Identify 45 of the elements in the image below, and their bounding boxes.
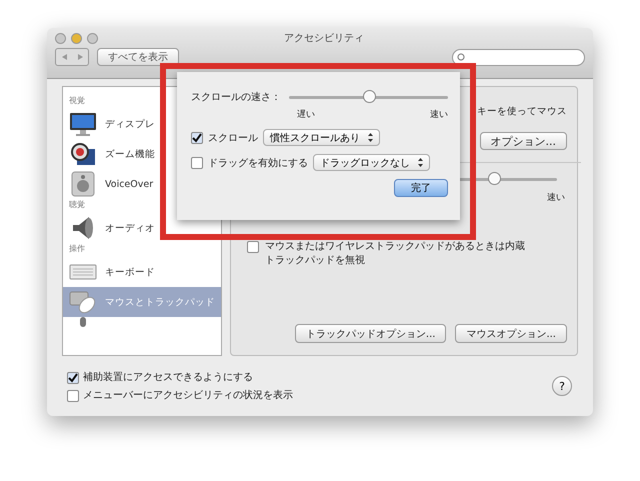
slider-label: 遅い: [297, 108, 315, 121]
checkbox[interactable]: [247, 241, 259, 253]
sidebar-item[interactable]: キーボード: [63, 257, 221, 287]
display-icon: [69, 111, 97, 137]
options-button[interactable]: マウスオプション...: [455, 324, 567, 343]
slider-thumb[interactable]: [362, 90, 376, 103]
checkbox[interactable]: [67, 372, 79, 384]
window-title: アクセシビリティ: [283, 32, 365, 45]
popup-button[interactable]: ドラッグロックなし: [313, 154, 430, 171]
section-header: 聴覚: [69, 200, 85, 209]
checkbox[interactable]: [191, 132, 203, 144]
checkbox[interactable]: [191, 157, 203, 169]
mouse-icon: [69, 289, 97, 315]
slider-label: 速い: [430, 108, 448, 121]
back-forward-button[interactable]: [55, 48, 89, 66]
updown-arrows-icon: [368, 133, 373, 142]
updown-arrows-icon: [418, 158, 423, 167]
speed-label: スクロールの速さ：: [191, 90, 281, 104]
options-button[interactable]: オプション...: [480, 132, 567, 150]
checkbox-label: マウスまたはワイヤレストラックパッドがあるときは内蔵トラックパッドを無視: [265, 240, 526, 268]
checkbox[interactable]: [67, 390, 79, 402]
checkbox-label: 補助装置にアクセスできるようにする: [83, 370, 253, 384]
search-field[interactable]: [452, 48, 585, 66]
close-icon[interactable]: [55, 32, 66, 44]
voiceover-icon: [69, 171, 97, 197]
left-arrow-icon: [62, 54, 66, 60]
checkbox-label: ドラッグを有効にする: [208, 156, 308, 170]
checkbox-label: スクロール: [208, 132, 258, 144]
section-header: 視覚: [69, 96, 85, 105]
magnifier-icon: [69, 141, 97, 167]
help-button[interactable]: ?: [552, 376, 572, 396]
section-header: 操作: [69, 244, 85, 253]
minimize-icon[interactable]: [71, 32, 82, 44]
show-all-button[interactable]: すべてを表示: [97, 48, 179, 66]
search-icon: [457, 52, 466, 62]
description-text: キーを使ってマウス: [477, 105, 567, 118]
slider-thumb[interactable]: [488, 172, 501, 185]
zoom-icon[interactable]: [87, 32, 98, 44]
options-button[interactable]: トラックパッドオプション...: [294, 324, 446, 343]
microphone-icon: [80, 317, 86, 327]
slider-label: 速い: [547, 192, 565, 204]
checkbox-label: メニューバーにアクセシビリティの状況を表示: [83, 388, 293, 402]
right-arrow-icon: [78, 54, 82, 60]
done-button[interactable]: 完了: [394, 179, 448, 197]
popup-button[interactable]: 慣性スクロールあり: [263, 129, 380, 146]
